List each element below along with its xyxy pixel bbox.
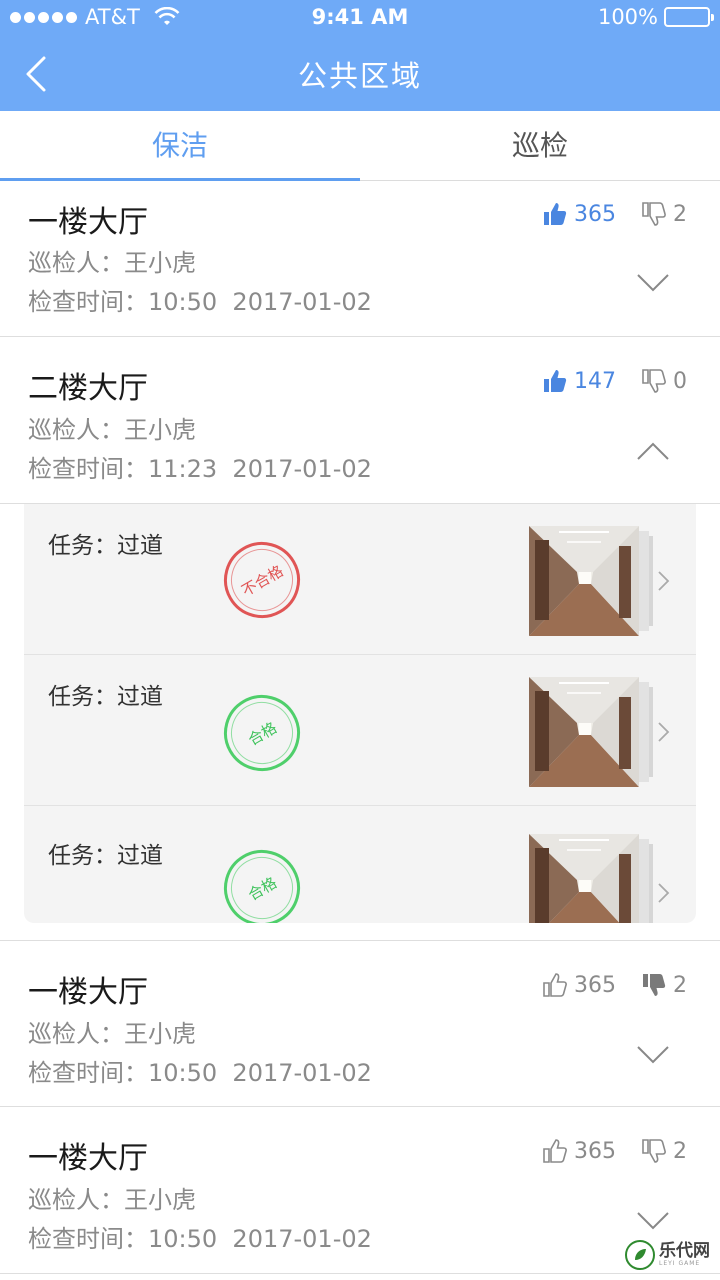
watermark-text: 乐代网: [659, 1241, 710, 1261]
chevron-right-icon[interactable]: [656, 882, 670, 904]
status-bar: AT&T 9:41 AM 100%: [0, 0, 720, 36]
corridor-image: [529, 677, 639, 787]
area-name: 一楼大厅: [28, 1141, 148, 1176]
thumbs-down-icon: [642, 1139, 666, 1163]
task-row[interactable]: 任务：过道 不合格: [24, 504, 696, 655]
watermark: 乐代网 LEYI GAME: [625, 1240, 710, 1270]
area-card[interactable]: 一楼大厅 巡检人：王小虎 检查时间：10:50 2017-01-02 365 2: [0, 1107, 720, 1274]
nav-bar: 公共区域: [0, 36, 720, 111]
battery-group: 100%: [597, 5, 714, 29]
chevron-down-icon[interactable]: [636, 273, 670, 293]
chevron-down-icon[interactable]: [636, 1211, 670, 1231]
check-time-label: 检查时间：10:50 2017-01-02: [28, 288, 372, 316]
dislike-count: 2: [673, 1138, 687, 1164]
inspector-label: 巡检人：王小虎: [28, 1020, 196, 1048]
chevron-right-icon[interactable]: [656, 721, 670, 743]
chevron-right-icon[interactable]: [656, 570, 670, 592]
like-count: 365: [574, 201, 616, 227]
stamp-text: 不合格: [238, 561, 287, 600]
battery-label: 100%: [597, 5, 658, 29]
thumbs-down-icon: [642, 202, 666, 226]
area-card[interactable]: 一楼大厅 巡检人：王小虎 检查时间：10:50 2017-01-02 365 2: [0, 181, 720, 337]
like-button[interactable]: 365: [542, 972, 616, 998]
corridor-image: [529, 834, 639, 923]
inspector-label: 巡检人：王小虎: [28, 416, 196, 444]
dislike-count: 2: [673, 201, 687, 227]
task-photo[interactable]: [529, 526, 659, 636]
pass-stamp: 合格: [210, 681, 314, 785]
watermark-subtext: LEYI GAME: [659, 1260, 701, 1267]
top-bar: AT&T 9:41 AM 100% 公共区域: [0, 0, 720, 111]
task-label: 任务：过道: [48, 684, 163, 710]
task-row[interactable]: 任务：过道 合格: [24, 806, 696, 923]
area-card[interactable]: 二楼大厅 巡检人：王小虎 检查时间：11:23 2017-01-02 147 0: [0, 337, 720, 504]
check-time-label: 检查时间：10:50 2017-01-02: [28, 1059, 372, 1087]
tab-cleaning[interactable]: 保洁: [0, 111, 360, 181]
task-photo[interactable]: [529, 834, 659, 923]
dislike-count: 0: [673, 368, 687, 394]
thumbs-up-icon: [543, 973, 567, 997]
dislike-button[interactable]: 2: [641, 1138, 687, 1164]
task-panel: 任务：过道 不合格 任务：过道 合格 任务：过道 合格: [24, 504, 696, 923]
dislike-button[interactable]: 2: [641, 201, 687, 227]
pass-stamp: 合格: [210, 836, 314, 923]
dislike-button[interactable]: 0: [641, 368, 687, 394]
thumbs-up-icon: [543, 1139, 567, 1163]
stamp-text: 合格: [244, 873, 280, 904]
stamp-text: 合格: [244, 718, 280, 749]
area-name: 二楼大厅: [28, 371, 148, 406]
chevron-down-icon[interactable]: [636, 1045, 670, 1065]
inspector-label: 巡检人：王小虎: [28, 249, 196, 277]
like-button[interactable]: 365: [542, 1138, 616, 1164]
watermark-logo-icon: [625, 1240, 655, 1270]
battery-icon: [664, 7, 714, 27]
like-count: 147: [574, 368, 616, 394]
dislike-button[interactable]: 2: [641, 972, 687, 998]
task-label: 任务：过道: [48, 843, 163, 869]
thumbs-down-icon: [642, 369, 666, 393]
watermark-text-group: 乐代网 LEYI GAME: [659, 1241, 710, 1268]
like-count: 365: [574, 972, 616, 998]
fail-stamp: 不合格: [210, 528, 314, 632]
area-name: 一楼大厅: [28, 205, 148, 240]
like-button[interactable]: 365: [542, 201, 616, 227]
like-count: 365: [574, 1138, 616, 1164]
task-row[interactable]: 任务：过道 合格: [24, 655, 696, 806]
corridor-image: [529, 526, 639, 636]
task-photo[interactable]: [529, 677, 659, 787]
thumbs-up-icon: [544, 370, 567, 392]
check-time-label: 检查时间：10:50 2017-01-02: [28, 1225, 372, 1253]
tab-inspection[interactable]: 巡检: [360, 111, 720, 181]
task-label: 任务：过道: [48, 533, 163, 559]
chevron-up-icon[interactable]: [636, 441, 670, 461]
inspector-label: 巡检人：王小虎: [28, 1186, 196, 1214]
tab-bar: 保洁 巡检: [0, 111, 720, 181]
check-time-label: 检查时间：11:23 2017-01-02: [28, 455, 372, 483]
thumbs-down-icon: [643, 974, 666, 996]
like-button[interactable]: 147: [542, 368, 616, 394]
dislike-count: 2: [673, 972, 687, 998]
area-name: 一楼大厅: [28, 975, 148, 1010]
thumbs-up-icon: [544, 203, 567, 225]
page-title: 公共区域: [297, 59, 422, 93]
area-card[interactable]: 一楼大厅 巡检人：王小虎 检查时间：10:50 2017-01-02 365 2: [0, 940, 720, 1107]
